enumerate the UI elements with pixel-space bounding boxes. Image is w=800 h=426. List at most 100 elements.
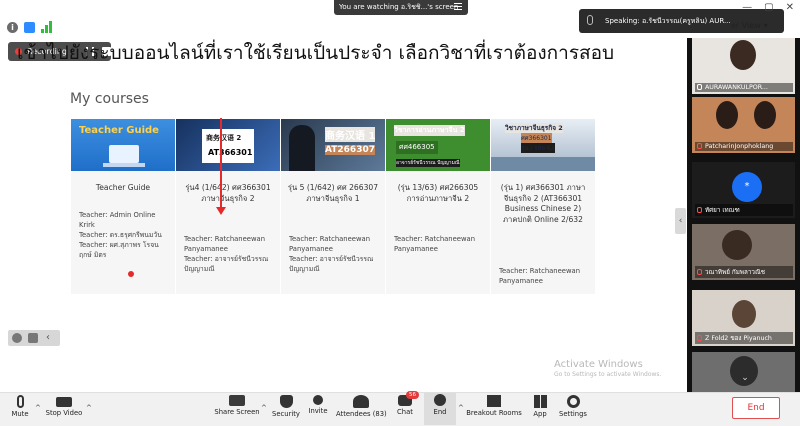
annotation-pointer xyxy=(128,271,134,277)
breakout-rooms-button[interactable]: Breakout Rooms xyxy=(466,394,522,424)
course-card-teacher-guide[interactable]: Teacher Guide Teacher Guide Teacher: Adm… xyxy=(71,119,175,294)
laptop-icon xyxy=(103,145,145,167)
thumbnail-code: AT366301 xyxy=(208,148,253,157)
person-silhouette xyxy=(289,125,315,171)
course-title[interactable]: (รุ่น 13/63) ศศ266305 การอ่านภาษาจีน 2 xyxy=(392,183,484,204)
shield-icon xyxy=(279,395,293,408)
thumbnail-subtitle: รุ่น / รหัส 63 xyxy=(521,143,555,153)
attendees-button[interactable]: Attendees (83) xyxy=(336,394,387,424)
microphone-icon xyxy=(16,395,24,408)
chat-bubble-icon[interactable] xyxy=(28,333,38,343)
course-thumbnail: 商务汉语 1 AT266307 xyxy=(281,119,385,171)
end-meeting-icon xyxy=(434,394,446,406)
thumbnail-title: วิชาการอ่านภาษาจีน 2 xyxy=(394,125,465,136)
participant-tile[interactable]: AURAWANKULPOR... xyxy=(692,38,795,94)
stop-video-label: Stop Video xyxy=(45,409,83,417)
annotate-icon[interactable] xyxy=(12,333,22,343)
security-shield-icon[interactable] xyxy=(24,22,35,33)
info-icon[interactable]: i xyxy=(7,22,18,33)
apps-icon xyxy=(533,395,547,408)
course-title[interactable]: (รุ่น 1) ศศ366301 ภาษาจีนธุรกิจ 2 (AT366… xyxy=(497,183,589,225)
participant-video xyxy=(732,300,756,328)
chat-button[interactable]: 56 Chat xyxy=(394,391,419,424)
video-options-chevron[interactable]: ^ xyxy=(86,404,92,412)
course-teacher: Teacher: อาจารย์รัชนีวรรณ ปัญญามณี xyxy=(289,255,374,273)
course-card-business-chinese-2-online[interactable]: วิชาภาษาจีนธุรกิจ 2 ศศ366301 รุ่น / รหัส… xyxy=(491,119,595,294)
annotation-arrow xyxy=(216,118,226,215)
thumbnail-title: 商务汉语 1 xyxy=(325,127,376,142)
window-controls: — ▢ ✕ xyxy=(742,2,794,13)
thumbnail-code: AT266307 xyxy=(325,145,375,155)
chevron-down-icon: ▾ xyxy=(763,21,768,30)
mute-options-chevron[interactable]: ^ xyxy=(35,404,41,412)
microphone-muted-icon xyxy=(697,207,702,213)
course-teacher: Teacher: Ratchaneewan Panyamanee xyxy=(394,235,476,253)
collapse-icon[interactable]: ‹ xyxy=(46,333,56,343)
participant-video xyxy=(722,230,752,260)
participant-tile[interactable]: วณาทิพย์ กัมพลาวณิช xyxy=(692,224,795,280)
course-thumbnail: วิชาภาษาจีนธุรกิจ 2 ศศ366301 รุ่น / รหัส… xyxy=(491,119,595,171)
course-teacher: Teacher: อาจารย์รัชนีวรรณ ปัญญามณี xyxy=(184,255,269,273)
end-toolbar-label: End xyxy=(433,408,447,416)
course-title[interactable]: Teacher Guide xyxy=(77,183,169,194)
participant-name-label: Z Fold2 ของ Piyanuch xyxy=(695,332,793,344)
minimize-icon[interactable]: — xyxy=(742,2,752,13)
collapse-gallery-button[interactable]: ‹ xyxy=(675,208,686,234)
microphone-icon xyxy=(587,15,593,25)
menu-icon[interactable] xyxy=(454,3,462,12)
apps-button[interactable]: App xyxy=(530,394,550,424)
gear-icon xyxy=(566,395,580,408)
top-bar: i You are watching อ.ริชชิ...'s screen S… xyxy=(0,0,800,38)
end-meeting-toolbar-button[interactable]: End xyxy=(424,393,456,425)
course-thumbnail: 商务汉语 2 AT366301 xyxy=(176,119,280,171)
share-screen-icon xyxy=(229,395,245,406)
participant-tile[interactable]: * ทัศยา เทณฑ xyxy=(692,162,795,218)
course-card-business-chinese-2[interactable]: 商务汉语 2 AT366301 รุ่น4 (1/642) ศศ366301 ภ… xyxy=(176,119,280,294)
participant-video xyxy=(716,101,738,129)
course-card-business-chinese-1[interactable]: 商务汉语 1 AT266307 รุ่น 5 (1/642) ศศ 266307… xyxy=(281,119,385,294)
participant-tile[interactable]: Z Fold2 ของ Piyanuch xyxy=(692,290,795,346)
end-options-chevron[interactable]: ^ xyxy=(458,404,464,412)
my-courses-title: My courses xyxy=(70,91,149,107)
course-title[interactable]: รุ่น4 (1/642) ศศ366301 ภาษาจีนธุรกิจ 2 xyxy=(182,183,274,204)
course-teacher: Teacher: Ratchaneewan Panyamanee xyxy=(184,235,266,253)
bridge-image xyxy=(491,157,595,171)
apps-label: App xyxy=(533,410,547,418)
course-card-chinese-reading-2[interactable]: วิชาการอ่านภาษาจีน 2 ศศ466305 อาจารย์รัช… xyxy=(386,119,490,294)
watermark-title: Activate Windows xyxy=(554,359,643,370)
annotation-toolbar: ‹ xyxy=(8,330,60,346)
windows-activation-watermark: Activate Windows Go to Settings to activ… xyxy=(554,359,661,378)
settings-button[interactable]: Settings xyxy=(558,394,588,424)
microphone-muted-icon xyxy=(697,269,702,275)
course-title[interactable]: รุ่น 5 (1/642) ศศ 266307 ภาษาจีนธุรกิจ 1 xyxy=(287,183,379,204)
stop-video-button[interactable]: Stop Video xyxy=(45,394,83,424)
security-button[interactable]: Security xyxy=(271,394,301,424)
view-selector[interactable]: er View ▾ xyxy=(728,21,768,30)
participant-name-label: AURAWANKULPOR... xyxy=(695,83,793,92)
close-icon[interactable]: ✕ xyxy=(786,2,794,13)
participant-name: ทัศยา เทณฑ xyxy=(705,207,740,214)
active-speaker-text: Speaking: อ.รัชนีวรรณ(ครูหลิน) AUR... xyxy=(605,17,731,25)
attendees-icon xyxy=(353,395,369,408)
end-meeting-button[interactable]: End xyxy=(732,397,780,419)
participant-tile[interactable]: PatcharinJonphoklang xyxy=(692,97,795,153)
mute-button[interactable]: Mute xyxy=(8,394,32,424)
viewing-screen-text: You are watching อ.ริชชิ...'s screen xyxy=(339,3,459,11)
share-options-chevron[interactable]: ^ xyxy=(261,404,267,412)
share-screen-button[interactable]: Share Screen xyxy=(214,394,260,424)
network-signal-icon[interactable] xyxy=(41,21,53,33)
thumbnail-title: Teacher Guide xyxy=(79,125,159,136)
participant-video xyxy=(730,40,756,70)
thumbnail-title: 商务汉语 2 xyxy=(206,134,242,142)
participant-name-label: PatcharinJonphoklang xyxy=(695,142,793,151)
maximize-icon[interactable]: ▢ xyxy=(764,2,773,13)
gallery-scroll-down-icon[interactable]: ⌄ xyxy=(738,373,752,385)
participant-name: PatcharinJonphoklang xyxy=(705,143,774,150)
invite-button[interactable]: Invite xyxy=(306,394,330,424)
microphone-icon xyxy=(697,84,702,90)
thumbnail-title: วิชาภาษาจีนธุรกิจ 2 xyxy=(505,123,563,133)
course-thumbnail: วิชาการอ่านภาษาจีน 2 ศศ466305 อาจารย์รัช… xyxy=(386,119,490,171)
participant-name: Z Fold2 ของ Piyanuch xyxy=(705,335,772,342)
viewing-screen-banner[interactable]: You are watching อ.ริชชิ...'s screen xyxy=(334,0,468,15)
microphone-muted-icon xyxy=(697,143,702,149)
